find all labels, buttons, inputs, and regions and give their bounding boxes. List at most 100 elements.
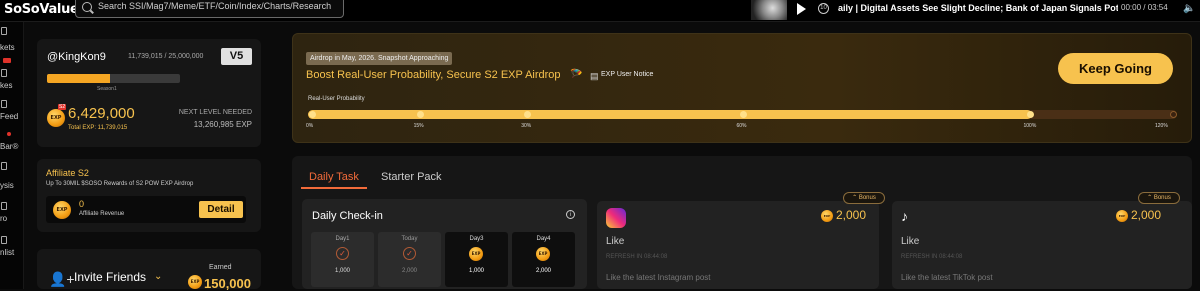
- user-card: @KingKon9 11,739,015 / 25,000,000 V5 Sea…: [37, 39, 261, 147]
- likes-icon: [1, 69, 7, 77]
- sidebar-item-watchlist[interactable]: nlist: [0, 248, 14, 257]
- affiliate-revenue-box: EXP 0 Affiliate Revenue Detail: [46, 196, 246, 223]
- affiliate-description: Up To 30MIL $SOSO Rewards of S2 POW EXP …: [46, 181, 194, 187]
- bonus-badge: ⌃ Bonus: [1138, 192, 1180, 204]
- bonus-badge: ⌃ Bonus: [843, 192, 885, 204]
- day-label: Day3: [469, 236, 484, 242]
- invite-title[interactable]: Invite Friends: [74, 270, 146, 284]
- top-bar: SoSoValue Search SSI/Mag7/Meme/ETF/Coin/…: [0, 0, 1200, 22]
- analysis-icon: [1, 162, 7, 170]
- day-value: 1,000: [468, 268, 484, 274]
- search-bar[interactable]: Search SSI/Mag7/Meme/ETF/Coin/Index/Char…: [75, 0, 344, 18]
- day-label: Day1: [335, 236, 350, 242]
- task-title: Like: [606, 236, 625, 247]
- username: @KingKon9: [47, 51, 106, 63]
- exp-coin-icon: EXP: [53, 201, 71, 219]
- probability-marker: [1170, 111, 1177, 118]
- task-points: 2,000: [1131, 208, 1162, 222]
- new-tag: [3, 58, 11, 63]
- day-value: 2,000: [401, 268, 417, 274]
- exp-coin-icon: EXP: [47, 109, 65, 127]
- probability-marker: [739, 111, 747, 118]
- earned-label: Earned: [209, 264, 232, 271]
- probability-tick-label: 0%: [306, 123, 314, 129]
- active-tab-indicator: [301, 187, 367, 189]
- instagram-icon: [606, 208, 626, 228]
- sidebar-item-feed[interactable]: Feed: [0, 112, 18, 121]
- volume-icon[interactable]: 🔈: [1183, 3, 1195, 14]
- markets-icon: [1, 27, 7, 35]
- points-value: 6,429,000: [68, 105, 135, 122]
- exp-user-notice-link[interactable]: EXP User Notice: [601, 71, 653, 78]
- rewind-icon[interactable]: 10: [818, 3, 829, 14]
- chevron-up-icon: ⌃: [852, 195, 858, 201]
- check-icon: ✓: [336, 247, 349, 260]
- checkin-title: Daily Check-in: [312, 210, 383, 222]
- tiktok-like-card[interactable]: ⌃ Bonus ♪ EXP 2,000 Like REFRESH IN 08:4…: [892, 192, 1192, 289]
- instagram-like-card[interactable]: ⌃ Bonus EXP 2,000 Like REFRESH IN 08:44:…: [597, 192, 885, 289]
- tab-daily-task[interactable]: Daily Task: [309, 171, 359, 183]
- exp-coin-icon: EXP: [188, 275, 202, 289]
- logo[interactable]: SoSoValue: [4, 2, 79, 17]
- news-ticker-title[interactable]: aily | Digital Assets See Slight Decline…: [838, 3, 1118, 13]
- task-description: Like the latest TikTok post: [901, 273, 993, 282]
- probability-label: Real-User Probability: [308, 96, 365, 102]
- sidebar-item-analysis[interactable]: ysis: [0, 181, 14, 190]
- media-time: 00:00 / 03:54: [1121, 3, 1168, 12]
- affiliate-title: Affiliate S2: [46, 168, 89, 178]
- chevron-up-icon: ⌃: [1147, 195, 1153, 201]
- notice-icon: ▤: [590, 71, 599, 81]
- day-cell: Today ✓ 2,000: [378, 232, 441, 287]
- airdrop-banner: Airdrop in May, 2026. Snapshot Approachi…: [292, 33, 1192, 143]
- day-label: Day4: [536, 236, 551, 242]
- feed-icon: [1, 100, 7, 108]
- day-cell: Day1 ✓ 1,000: [311, 232, 374, 287]
- parachute-icon: 🪂: [570, 69, 583, 80]
- play-icon[interactable]: [797, 3, 806, 15]
- exp-progress-fill: [47, 74, 110, 83]
- search-input[interactable]: Search SSI/Mag7/Meme/ETF/Coin/Index/Char…: [98, 1, 331, 11]
- probability-tick-label: 120%: [1155, 123, 1168, 129]
- probability-marker: [1026, 111, 1034, 118]
- info-icon[interactable]: i: [566, 210, 575, 219]
- keep-going-button[interactable]: Keep Going: [1058, 53, 1173, 84]
- next-level-exp: 13,260,985 EXP: [193, 120, 252, 129]
- pro-icon: [1, 202, 7, 210]
- sidebar-item-bar[interactable]: Bar®: [0, 142, 18, 151]
- tiktok-icon: ♪: [901, 208, 908, 224]
- video-thumbnail[interactable]: [751, 0, 787, 20]
- sidebar-item-markets[interactable]: kets: [0, 43, 15, 52]
- total-exp: Total EXP: 11,739,015: [68, 125, 128, 131]
- add-user-icon: 👤+: [49, 271, 75, 287]
- check-icon: ✓: [403, 247, 416, 260]
- exp-progress-text: 11,739,015 / 25,000,000: [128, 53, 204, 60]
- airdrop-badge: Airdrop in May, 2026. Snapshot Approachi…: [306, 52, 453, 65]
- probability-tick-label: 15%: [413, 123, 424, 129]
- affiliate-revenue-label: Affiliate Revenue: [79, 211, 125, 217]
- notification-dot: [7, 132, 11, 136]
- daily-checkin-card: Daily Check-in i Day1 ✓ 1,000 Today ✓ 2,…: [302, 199, 587, 289]
- tasks-panel: Daily Task Starter Pack Daily Check-in i…: [292, 156, 1192, 289]
- task-title: Like: [901, 236, 920, 247]
- probability-tick-label: 30%: [521, 123, 532, 129]
- exp-coin-icon: EXP: [536, 247, 550, 261]
- day-cell[interactable]: Day4 EXP 2,000: [512, 232, 575, 287]
- exp-coin-icon: EXP: [1116, 210, 1128, 222]
- detail-button[interactable]: Detail: [199, 201, 243, 218]
- day-cell[interactable]: Day3 EXP 1,000: [445, 232, 508, 287]
- probability-tick-label: 60%: [736, 123, 747, 129]
- invite-card[interactable]: 👤+ Invite Friends ⌄ Earned EXP 150,000: [37, 249, 261, 291]
- chevron-down-icon[interactable]: ⌄: [154, 271, 162, 282]
- tab-starter-pack[interactable]: Starter Pack: [381, 171, 442, 183]
- exp-progress-bar: [47, 74, 180, 83]
- refresh-timer: REFRESH IN 08:44:08: [901, 254, 963, 260]
- sidebar-item-likes[interactable]: kes: [0, 81, 12, 90]
- sidebar: kets kes Feed Bar® ysis ro nlist: [0, 22, 24, 289]
- day-value: 2,000: [535, 268, 551, 274]
- banner-headline: Boost Real-User Probability, Secure S2 E…: [306, 69, 561, 81]
- sidebar-item-pro[interactable]: ro: [0, 214, 7, 223]
- refresh-timer: REFRESH IN 08:44:08: [606, 254, 668, 260]
- s2-tag: S2: [58, 104, 67, 110]
- probability-marker: [309, 111, 316, 118]
- next-level-label: NEXT LEVEL NEEDED: [178, 109, 252, 116]
